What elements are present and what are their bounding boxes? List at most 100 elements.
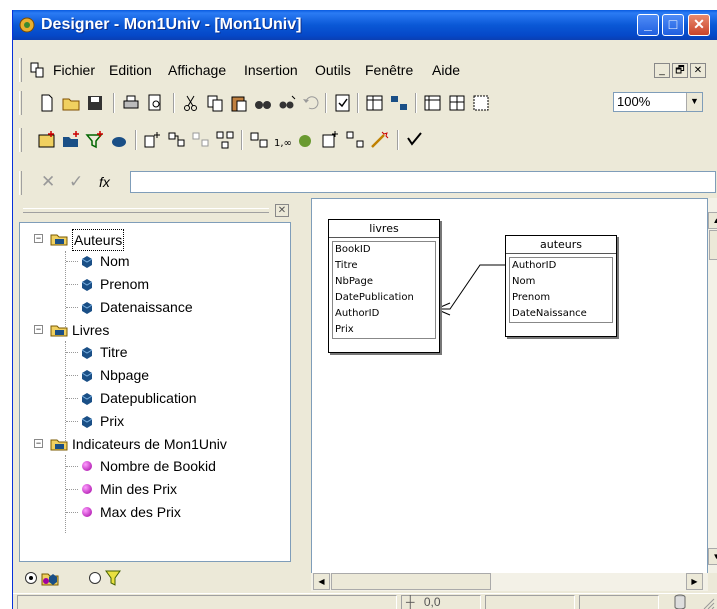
column-datepublication[interactable]: DatePublication: [333, 290, 435, 306]
column-authorid[interactable]: AuthorID: [333, 306, 435, 322]
insert-shortcut-join-icon[interactable]: [345, 130, 365, 150]
insert-object-icon[interactable]: [109, 130, 129, 150]
vertical-scroll-thumb[interactable]: [709, 230, 717, 260]
wizard-icon[interactable]: [369, 130, 389, 150]
print-preview-icon[interactable]: [145, 93, 165, 113]
horizontal-scroll-thumb[interactable]: [331, 573, 491, 590]
check-spelling-icon[interactable]: [405, 130, 425, 150]
column-prenom[interactable]: Prenom: [510, 290, 612, 306]
vertical-scrollbar[interactable]: ▲ ▼: [708, 198, 717, 573]
tree-line: [66, 352, 78, 353]
insert-derived-table-icon[interactable]: [191, 130, 211, 150]
status-message: [17, 595, 397, 609]
insert-alias-icon[interactable]: [167, 130, 187, 150]
schema-canvas[interactable]: livres BookID Titre NbPage DatePublicati…: [311, 198, 708, 581]
save-icon[interactable]: [85, 93, 105, 113]
menu-fenetre[interactable]: Fenêtre: [365, 62, 413, 78]
formula-input[interactable]: [130, 171, 716, 193]
chevron-down-icon[interactable]: ▼: [686, 93, 702, 111]
object-label: Prenom: [100, 276, 150, 292]
collapse-icon[interactable]: −: [34, 325, 43, 334]
find-icon[interactable]: [253, 93, 273, 113]
scroll-down-icon[interactable]: ▼: [708, 548, 717, 565]
print-icon[interactable]: [121, 93, 141, 113]
insert-context-icon[interactable]: [215, 130, 235, 150]
mdi-close-button[interactable]: ✕: [690, 63, 706, 78]
insert-link-icon[interactable]: [321, 130, 341, 150]
column-bookid[interactable]: BookID: [333, 242, 435, 258]
menu-fichier[interactable]: Fichier: [53, 62, 95, 78]
insert-class-icon[interactable]: [61, 130, 81, 150]
indicator-label: Min des Prix: [100, 481, 178, 497]
close-button[interactable]: ✕: [688, 14, 710, 36]
scroll-up-icon[interactable]: ▲: [708, 212, 717, 229]
menu-outils[interactable]: Outils: [315, 62, 351, 78]
insert-list-icon[interactable]: [297, 130, 317, 150]
column-datenaissance[interactable]: DateNaissance: [510, 306, 612, 322]
close-icon[interactable]: ✕: [275, 204, 289, 217]
crosshair-icon: ┼: [406, 595, 415, 609]
dimension-object-icon: [81, 370, 93, 382]
zoom-select[interactable]: 100% ▼: [613, 92, 703, 112]
table-livres[interactable]: livres BookID Titre NbPage DatePublicati…: [328, 219, 440, 353]
function-icon[interactable]: fx: [99, 174, 110, 190]
table-fields: BookID Titre NbPage DatePublication Auth…: [332, 241, 436, 339]
column-authorid[interactable]: AuthorID: [510, 258, 612, 274]
title-bar[interactable]: Designer - Mon1Univ - [Mon1Univ] _ □ ✕: [13, 10, 717, 40]
accept-formula-icon[interactable]: ✓: [69, 172, 83, 192]
column-nbpage[interactable]: NbPage: [333, 274, 435, 290]
find-next-icon[interactable]: [277, 93, 297, 113]
cancel-formula-icon[interactable]: ✕: [41, 172, 55, 192]
column-titre[interactable]: Titre: [333, 258, 435, 274]
detect-joins-icon[interactable]: [447, 93, 467, 113]
resize-grip-icon[interactable]: [701, 596, 715, 609]
check-integrity-icon[interactable]: [333, 93, 353, 113]
detect-cardinalities-icon[interactable]: [471, 93, 491, 113]
pane-grip[interactable]: [23, 208, 269, 213]
status-panel: [485, 595, 575, 609]
toolbar-separator: [325, 93, 327, 113]
universe-tree[interactable]: − Auteurs Nom Prenom Datenaissance − Liv…: [19, 222, 291, 562]
view-list-icon[interactable]: [423, 93, 443, 113]
insert-hierarchy-icon[interactable]: [249, 130, 269, 150]
table-fields: AuthorID Nom Prenom DateNaissance: [509, 257, 613, 323]
arrange-tables-icon[interactable]: [389, 93, 409, 113]
collapse-icon[interactable]: −: [34, 234, 43, 243]
menu-aide[interactable]: Aide: [432, 62, 460, 78]
formula-grip[interactable]: [19, 171, 22, 195]
minimize-button[interactable]: _: [637, 14, 659, 36]
mdi-restore-button[interactable]: 🗗: [672, 63, 688, 78]
collapse-icon[interactable]: −: [34, 439, 43, 448]
open-icon[interactable]: [61, 93, 81, 113]
paste-icon[interactable]: [229, 93, 249, 113]
measure-icon: [82, 461, 92, 471]
menu-edition[interactable]: Edition: [109, 62, 152, 78]
mdi-minimize-button[interactable]: _: [654, 63, 670, 78]
menu-grip[interactable]: [19, 58, 22, 82]
toolbar-grip[interactable]: [19, 128, 22, 152]
class-label: Livres: [72, 322, 110, 338]
menu-insertion[interactable]: Insertion: [244, 62, 298, 78]
conditions-view-radio[interactable]: [89, 572, 101, 584]
insert-condition-icon[interactable]: [85, 130, 105, 150]
cardinality-icon[interactable]: 1,∞: [273, 130, 293, 150]
new-icon[interactable]: [37, 93, 57, 113]
document-icon[interactable]: [29, 62, 45, 78]
scroll-left-icon[interactable]: ◀: [313, 573, 330, 590]
table-browser-icon[interactable]: [365, 93, 385, 113]
cut-icon[interactable]: [181, 93, 201, 113]
insert-join-icon[interactable]: [143, 130, 163, 150]
menu-affichage[interactable]: Affichage: [168, 62, 226, 78]
insert-table-icon[interactable]: [37, 130, 57, 150]
classes-view-radio[interactable]: [25, 572, 37, 584]
horizontal-scrollbar[interactable]: ◀ ▶: [311, 573, 708, 591]
column-nom[interactable]: Nom: [510, 274, 612, 290]
maximize-button[interactable]: □: [662, 14, 684, 36]
table-auteurs[interactable]: auteurs AuthorID Nom Prenom DateNaissanc…: [505, 235, 617, 337]
copy-icon[interactable]: [205, 93, 225, 113]
scroll-right-icon[interactable]: ▶: [686, 573, 703, 590]
undo-icon[interactable]: [301, 93, 321, 113]
column-prix[interactable]: Prix: [333, 322, 435, 338]
universe-pane-header[interactable]: ✕: [19, 200, 291, 222]
toolbar-grip[interactable]: [19, 91, 22, 115]
